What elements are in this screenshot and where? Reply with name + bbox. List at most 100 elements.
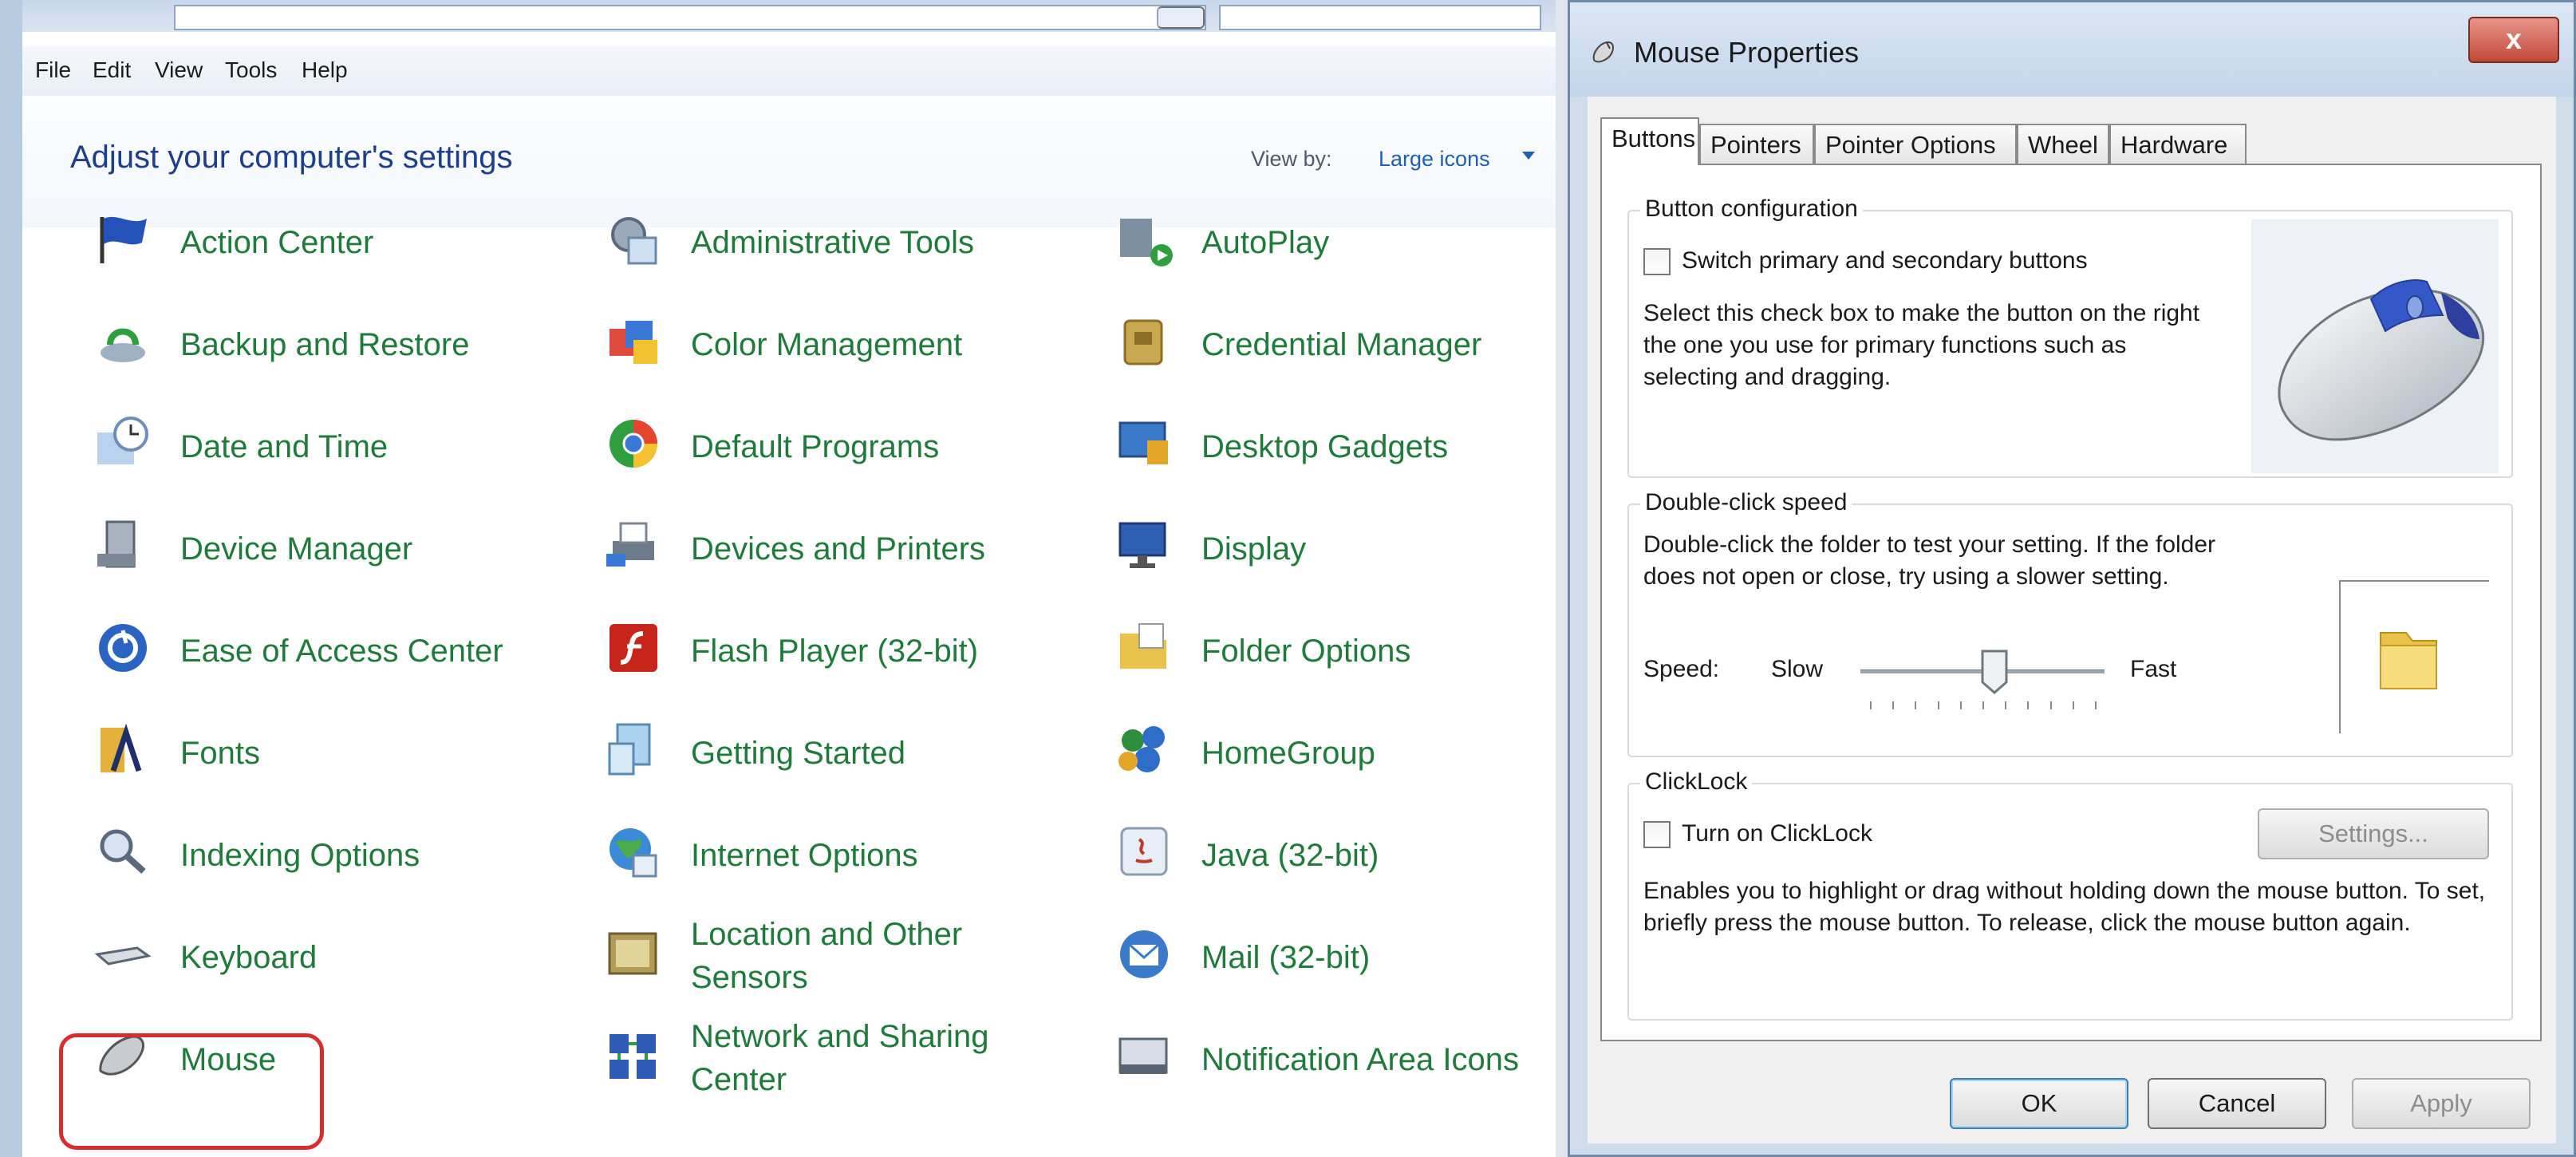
test-folder-area[interactable] bbox=[2339, 580, 2489, 733]
tab-pointer-options[interactable]: Pointer Options bbox=[1814, 124, 2017, 164]
control-panel-item-device-manager[interactable]: Device Manager bbox=[94, 506, 557, 594]
control-panel-item-label[interactable]: Administrative Tools bbox=[691, 220, 974, 265]
search-box[interactable] bbox=[1219, 5, 1541, 30]
globe-icon[interactable] bbox=[605, 823, 662, 881]
control-panel-item-action-center[interactable]: Action Center bbox=[94, 199, 557, 287]
control-panel-item-label[interactable]: Credential Manager bbox=[1201, 322, 1481, 367]
control-panel-item-desktop-gadgets[interactable]: Desktop Gadgets bbox=[1115, 404, 1578, 492]
ease-of-access-icon[interactable] bbox=[94, 619, 152, 677]
control-panel-item-autoplay[interactable]: AutoPlay bbox=[1115, 199, 1578, 287]
control-panel-item-label[interactable]: Date and Time bbox=[180, 424, 388, 469]
control-panel-item-default-programs[interactable]: Default Programs bbox=[605, 404, 1067, 492]
menu-file[interactable]: File bbox=[35, 57, 71, 83]
clock-icon[interactable] bbox=[94, 415, 152, 472]
gadgets-icon[interactable] bbox=[1115, 415, 1173, 472]
control-panel-item-label[interactable]: Fonts bbox=[180, 731, 260, 776]
switch-buttons-checkbox[interactable] bbox=[1643, 248, 1671, 275]
tab-pointers[interactable]: Pointers bbox=[1699, 124, 1814, 164]
autoplay-icon[interactable] bbox=[1115, 211, 1173, 268]
control-panel-item-notification-area-icons[interactable]: Notification Area Icons bbox=[1115, 1017, 1578, 1104]
menu-tools[interactable]: Tools bbox=[225, 57, 277, 83]
display-icon[interactable] bbox=[1115, 517, 1173, 575]
control-panel-item-label[interactable]: Color Management bbox=[691, 322, 962, 367]
control-panel-item-label[interactable]: Action Center bbox=[180, 220, 373, 265]
getting-started-icon[interactable] bbox=[605, 721, 662, 779]
control-panel-item-flash-player-32-bit[interactable]: Flash Player (32-bit) bbox=[605, 608, 1067, 696]
control-panel-item-label[interactable]: Flash Player (32-bit) bbox=[691, 629, 978, 673]
mail-icon[interactable] bbox=[1115, 926, 1173, 983]
control-panel-item-label[interactable]: Backup and Restore bbox=[180, 322, 469, 367]
control-panel-item-label[interactable]: Keyboard bbox=[180, 935, 317, 980]
control-panel-item-label[interactable]: Location and Other Sensors bbox=[691, 913, 1026, 999]
control-panel-item-ease-of-access-center[interactable]: Ease of Access Center bbox=[94, 608, 557, 696]
control-panel-item-date-and-time[interactable]: Date and Time bbox=[94, 404, 557, 492]
printer-icon[interactable] bbox=[605, 517, 662, 575]
control-panel-item-keyboard[interactable]: Keyboard bbox=[94, 914, 557, 1002]
device-manager-icon[interactable] bbox=[94, 517, 152, 575]
tab-wheel[interactable]: Wheel bbox=[2017, 124, 2109, 164]
control-panel-item-mail-32-bit[interactable]: Mail (32-bit) bbox=[1115, 914, 1578, 1002]
control-panel-item-folder-options[interactable]: Folder Options bbox=[1115, 608, 1578, 696]
close-button[interactable]: x bbox=[2468, 17, 2559, 63]
credential-icon[interactable] bbox=[1115, 313, 1173, 370]
apply-button[interactable]: Apply bbox=[2352, 1078, 2531, 1129]
control-panel-item-color-management[interactable]: Color Management bbox=[605, 302, 1067, 389]
control-panel-item-administrative-tools[interactable]: Administrative Tools bbox=[605, 199, 1067, 287]
control-panel-item-credential-manager[interactable]: Credential Manager bbox=[1115, 302, 1578, 389]
control-panel-item-label[interactable]: Mail (32-bit) bbox=[1201, 935, 1370, 980]
homegroup-icon[interactable] bbox=[1115, 721, 1173, 779]
clicklock-checkbox[interactable] bbox=[1643, 821, 1671, 848]
address-dropdown-button[interactable] bbox=[1157, 6, 1205, 29]
control-panel-item-fonts[interactable]: Fonts bbox=[94, 710, 557, 798]
backup-icon[interactable] bbox=[94, 313, 152, 370]
speed-slider-thumb[interactable] bbox=[1980, 649, 2009, 695]
control-panel-item-label[interactable]: AutoPlay bbox=[1201, 220, 1329, 265]
notification-icon[interactable] bbox=[1115, 1028, 1173, 1085]
sensors-icon[interactable] bbox=[605, 926, 662, 983]
control-panel-item-backup-and-restore[interactable]: Backup and Restore bbox=[94, 302, 557, 389]
control-panel-item-devices-and-printers[interactable]: Devices and Printers bbox=[605, 506, 1067, 594]
control-panel-item-label[interactable]: Indexing Options bbox=[180, 833, 420, 878]
control-panel-item-java-32-bit[interactable]: Java (32-bit) bbox=[1115, 812, 1578, 900]
control-panel-item-label[interactable]: Desktop Gadgets bbox=[1201, 424, 1448, 469]
indexing-icon[interactable] bbox=[94, 823, 152, 881]
tab-hardware[interactable]: Hardware bbox=[2109, 124, 2247, 164]
control-panel-item-label[interactable]: Ease of Access Center bbox=[180, 629, 503, 673]
menu-edit[interactable]: Edit bbox=[93, 57, 131, 83]
switch-buttons-label[interactable]: Switch primary and secondary buttons bbox=[1682, 245, 2088, 277]
default-programs-icon[interactable] bbox=[605, 415, 662, 472]
control-panel-item-label[interactable]: Folder Options bbox=[1201, 629, 1410, 673]
address-bar[interactable] bbox=[174, 5, 1206, 30]
control-panel-item-location-and-other-sensors[interactable]: Location and Other Sensors bbox=[605, 914, 1067, 1002]
keyboard-icon[interactable] bbox=[94, 926, 152, 983]
control-panel-item-network-and-sharing-center[interactable]: Network and Sharing Center bbox=[605, 1017, 1067, 1104]
fonts-icon[interactable] bbox=[94, 721, 152, 779]
folder-options-icon[interactable] bbox=[1115, 619, 1173, 677]
control-panel-item-label[interactable]: Default Programs bbox=[691, 424, 939, 469]
control-panel-item-display[interactable]: Display bbox=[1115, 506, 1578, 594]
cancel-button[interactable]: Cancel bbox=[2148, 1078, 2326, 1129]
control-panel-item-label[interactable]: Internet Options bbox=[691, 833, 918, 878]
control-panel-item-label[interactable]: Notification Area Icons bbox=[1201, 1037, 1519, 1082]
menu-help[interactable]: Help bbox=[302, 57, 348, 83]
control-panel-item-getting-started[interactable]: Getting Started bbox=[605, 710, 1067, 798]
clicklock-label[interactable]: Turn on ClickLock bbox=[1682, 818, 1872, 850]
control-panel-item-label[interactable]: Getting Started bbox=[691, 731, 905, 776]
network-icon[interactable] bbox=[605, 1028, 662, 1085]
control-panel-item-label[interactable]: HomeGroup bbox=[1201, 731, 1375, 776]
control-panel-item-label[interactable]: Devices and Printers bbox=[691, 527, 985, 571]
control-panel-item-label[interactable]: Display bbox=[1201, 527, 1306, 571]
chevron-down-icon[interactable] bbox=[1522, 152, 1535, 160]
flag-icon[interactable] bbox=[94, 211, 152, 268]
admin-tools-icon[interactable] bbox=[605, 211, 662, 268]
view-by-dropdown[interactable]: Large icons bbox=[1379, 147, 1490, 172]
control-panel-item-homegroup[interactable]: HomeGroup bbox=[1115, 710, 1578, 798]
control-panel-item-label[interactable]: Network and Sharing Center bbox=[691, 1015, 1026, 1101]
folder-icon[interactable] bbox=[2373, 617, 2444, 697]
control-panel-item-indexing-options[interactable]: Indexing Options bbox=[94, 812, 557, 900]
flash-icon[interactable] bbox=[605, 619, 662, 677]
menu-view[interactable]: View bbox=[155, 57, 203, 83]
control-panel-item-label[interactable]: Java (32-bit) bbox=[1201, 833, 1379, 878]
ok-button[interactable]: OK bbox=[1950, 1078, 2128, 1129]
control-panel-item-internet-options[interactable]: Internet Options bbox=[605, 812, 1067, 900]
